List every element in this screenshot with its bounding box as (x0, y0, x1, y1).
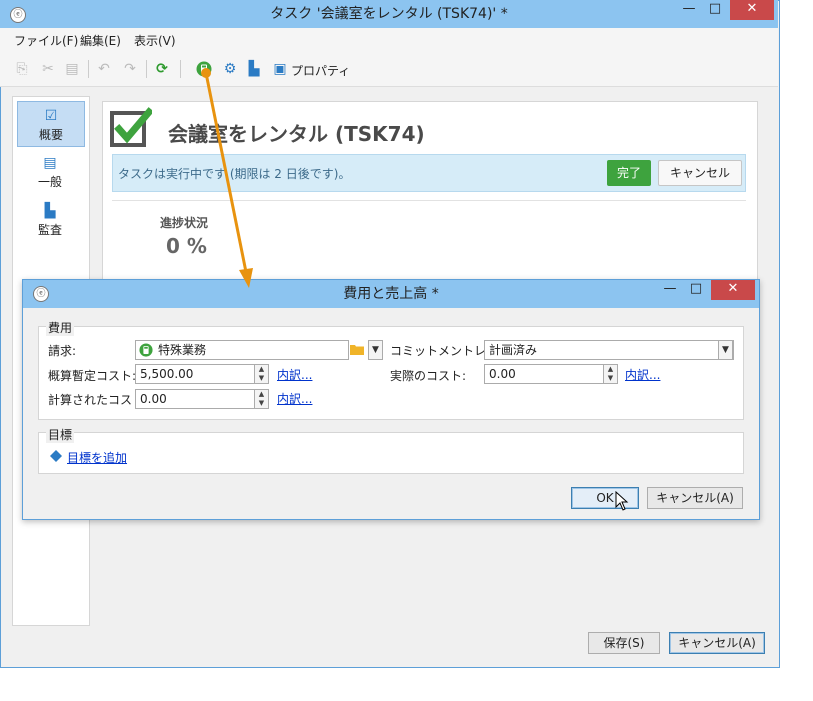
sidebar-item-audit[interactable]: ▙ 監査 (17, 197, 83, 241)
clipboard-icon: ▤ (43, 155, 57, 171)
minimize-button[interactable]: — (678, 0, 700, 20)
sidebar-item-general[interactable]: ▤ 一般 (17, 149, 83, 193)
cut-icon[interactable]: ✂ (40, 61, 56, 77)
main-cancel-button[interactable]: キャンセル(A) (669, 632, 765, 654)
properties-label[interactable]: プロパティ (291, 62, 350, 79)
calculated-cost-spinner[interactable]: ▲ ▼ (254, 389, 269, 409)
sidebar-item-label: 監査 (37, 223, 62, 237)
cancel-task-button[interactable]: キャンセル (658, 160, 742, 186)
task-status-check-icon (110, 107, 154, 147)
sidebar-item-label: 一般 (37, 175, 62, 189)
dialog-title: 費用と売上高 * (343, 286, 439, 302)
main-title-bar[interactable]: ⓔ タスク '会議室をレンタル (TSK74)' * — □ ✕ (0, 0, 778, 28)
actual-cost-spinner[interactable]: ▲ ▼ (603, 364, 618, 384)
save-button[interactable]: 保存(S) (588, 632, 660, 654)
actual-cost-label: 実際のコスト: (390, 369, 467, 383)
close-button[interactable]: ✕ (730, 0, 774, 20)
dialog-close-button[interactable]: ✕ (711, 280, 755, 300)
dialog-cancel-button[interactable]: キャンセル(A) (647, 487, 743, 509)
properties-icon[interactable]: ▣ (272, 61, 288, 77)
goals-group-label: 目標 (46, 426, 75, 443)
estimated-cost-label: 概算暫定コスト: (48, 369, 137, 383)
goals-group (38, 432, 744, 474)
annotation-arrow (201, 68, 253, 288)
toolbar-separator (146, 60, 147, 78)
copy-icon[interactable]: ⎘ (14, 61, 30, 77)
calculated-cost-details-link[interactable]: 内訳... (277, 390, 312, 407)
sidebar-item-label: 概要 (38, 128, 63, 142)
checkbox-icon: ☑ (44, 108, 58, 124)
audit-icon: ▙ (44, 203, 56, 219)
costs-group-label: 費用 (46, 319, 75, 336)
redo-icon[interactable]: ↷ (122, 61, 138, 77)
actual-cost-field[interactable]: 0.00 (484, 364, 604, 384)
add-goal-link[interactable]: 目標を追加 (67, 449, 127, 466)
commitment-select[interactable]: 計画済み (484, 340, 734, 360)
main-window-title: タスク '会議室をレンタル (TSK74)' * (270, 6, 508, 22)
billing-label: 請求: (48, 344, 77, 358)
mouse-cursor-icon (615, 490, 629, 511)
undo-icon[interactable]: ↶ (96, 61, 112, 77)
estimated-cost-details-link[interactable]: 内訳... (277, 366, 312, 383)
billing-dropdown-icon[interactable]: ▼ (368, 340, 383, 360)
calculated-cost-label: 計算されたコスト: (48, 393, 149, 407)
done-button[interactable]: 完了 (607, 160, 651, 186)
dialog-maximize-button[interactable]: □ (685, 280, 707, 300)
commitment-dropdown-icon[interactable]: ▼ (718, 340, 733, 360)
toolbar: ⎘ ✂ ▤ ↶ ↷ ⟳ ⚙ ▙ ▣ プロパティ (0, 52, 778, 87)
paste-icon[interactable]: ▤ (64, 61, 80, 77)
toolbar-separator (180, 60, 181, 78)
actual-cost-details-link[interactable]: 内訳... (625, 366, 660, 383)
refresh-icon[interactable]: ⟳ (154, 61, 170, 77)
toolbar-separator (88, 60, 89, 78)
maximize-button[interactable]: □ (704, 0, 726, 20)
menu-view[interactable]: 表示(V) (134, 32, 176, 49)
estimated-cost-field[interactable]: 5,500.00 (135, 364, 255, 384)
menu-bar: ファイル(F) 編集(E) 表示(V) (0, 28, 778, 52)
dialog-title-bar[interactable]: ⓔ 費用と売上高 * — □ ✕ (23, 280, 759, 308)
menu-file[interactable]: ファイル(F) (14, 32, 78, 49)
calculator-icon (139, 343, 153, 357)
calculated-cost-field[interactable]: 0.00 (135, 389, 255, 409)
menu-edit[interactable]: 編集(E) (80, 32, 121, 49)
folder-icon[interactable] (350, 343, 364, 355)
goal-icon (49, 449, 63, 463)
dialog-minimize-button[interactable]: — (659, 280, 681, 300)
estimated-cost-spinner[interactable]: ▲ ▼ (254, 364, 269, 384)
billing-field[interactable]: 特殊業務 (135, 340, 349, 360)
sidebar-item-overview[interactable]: ☑ 概要 (17, 101, 85, 147)
